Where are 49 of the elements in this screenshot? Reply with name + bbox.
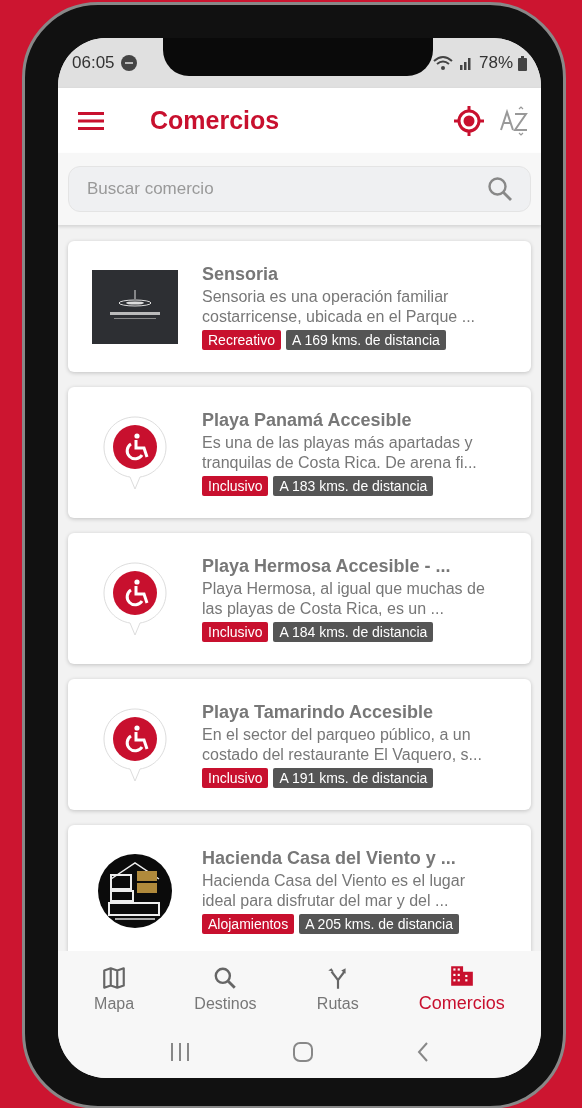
back-icon (416, 1041, 431, 1063)
location-button[interactable] (453, 104, 485, 137)
business-description: Sensoria es una operación familiar costarricense, ubicada en el Parque ... (202, 286, 477, 327)
business-description: Hacienda Casa del Viento es el lugar ideal para disfrutar del mar y del ... (202, 870, 466, 911)
menu-button[interactable] (78, 110, 104, 131)
distance-tag: A 183 kms. de distancia (273, 475, 434, 496)
category-tag: Recreativo (202, 329, 281, 350)
distance-tag: A 191 kms. de distancia (273, 767, 434, 788)
search-field[interactable]: Buscar comercio (68, 166, 531, 212)
target-icon (453, 104, 485, 137)
screen-title: Comercios (150, 106, 281, 135)
search-icon (487, 176, 513, 202)
category-tag: Inclusivo (202, 475, 269, 496)
business-description: En el sector del parqueo público, a un costado del restaurante El Vaquero, s... (202, 724, 483, 765)
battery-icon (518, 55, 527, 71)
business-card[interactable]: Playa Tamarindo Accesible En el sector del parqueo público, a un costado del restaurante El Vaquero, s... Inclusivo A 191 kms. de distancia (68, 679, 531, 810)
business-name: Playa Hermosa Accesible - ... (202, 555, 452, 577)
wifi-icon (432, 55, 453, 71)
nav-tab[interactable]: Mapa (88, 960, 141, 1017)
business-card[interactable]: Sensoria Sensoria es una operación familiar costarricense, ubicada en el Parque ... Recreativo A 169 kms. de distancia (68, 241, 531, 372)
category-tag: Alojamientos (202, 913, 295, 934)
home-icon (292, 1041, 315, 1063)
status-time: 06:05 (72, 53, 115, 73)
business-card[interactable]: Playa Panamá Accesible Es una de las playas más apartadas y tranquilas de Costa Rica. De arena fi... Inclusivo A 183 kms. de distancia (68, 387, 531, 518)
nav-tab[interactable]: Rutas (310, 960, 365, 1017)
map-icon (101, 964, 128, 991)
business-name: Playa Panamá Accesible (202, 409, 413, 431)
business-name: Hacienda Casa del Viento y ... (202, 847, 457, 869)
category-tag: Inclusivo (202, 767, 269, 788)
sort-az-icon (499, 105, 529, 136)
battery-level: 78% (478, 53, 513, 73)
distance-tag: A 169 kms. de distancia (285, 329, 446, 350)
business-card[interactable]: Playa Hermosa Accesible - ... Playa Hermosa, al igual que muchas de las playas de Costa Rica, es un ... Inclusivo A 184 kms. de distancia (68, 533, 531, 664)
distance-tag: A 205 kms. de distancia (299, 913, 460, 934)
distance-tag: A 184 kms. de distancia (273, 621, 434, 642)
building-icon (448, 963, 475, 989)
menu-icon (78, 110, 104, 131)
nav-tab[interactable]: Destinos (188, 960, 263, 1017)
business-description: Playa Hermosa, al igual que muchas de las playas de Costa Rica, es un ... (202, 578, 486, 619)
business-name: Sensoria (202, 263, 280, 285)
business-description: Es una de las playas más apartadas y tranquilas de Costa Rica. De arena fi... (202, 432, 478, 473)
business-name: Playa Tamarindo Accesible (202, 701, 435, 723)
sort-button[interactable] (499, 105, 529, 136)
business-card[interactable]: Hacienda Casa del Viento y ... Hacienda Casa del Viento es el lugar ideal para disfrutar del mar y del ... Alojamientos A 205 kms. de distancia (68, 825, 531, 951)
notification-icon (119, 54, 138, 72)
nav-tab[interactable]: Comercios (412, 959, 511, 1018)
signal-icon (457, 55, 474, 71)
recent-apps-icon (168, 1042, 191, 1062)
category-tag: Inclusivo (202, 621, 269, 642)
